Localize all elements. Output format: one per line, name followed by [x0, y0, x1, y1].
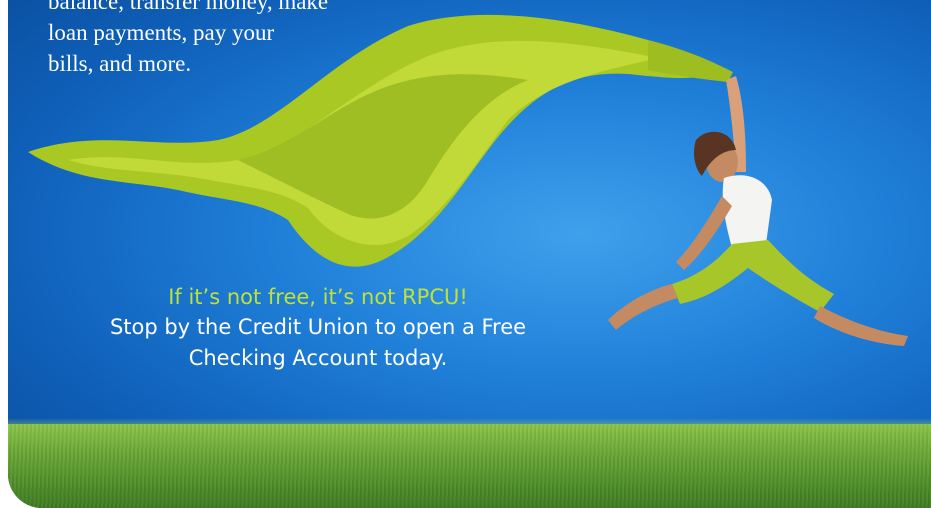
intro-line: balance, transfer money, make	[48, 0, 329, 14]
intro-copy: balance, transfer money, make loan payme…	[48, 0, 428, 79]
ad-banner: balance, transfer money, make loan payme…	[0, 0, 931, 508]
grass-field	[8, 424, 931, 508]
photo-panel: balance, transfer money, make loan payme…	[8, 0, 931, 508]
call-to-action: If it’s not free, it’s not RPCU! Stop by…	[58, 282, 578, 374]
cta-line: Stop by the Credit Union to open a Free	[109, 315, 527, 339]
jumping-woman	[608, 76, 908, 346]
cta-line: Checking Account today.	[188, 346, 448, 370]
slogan: If it’s not free, it’s not RPCU!	[168, 285, 468, 309]
intro-line: bills, and more.	[48, 51, 192, 76]
intro-line: loan payments, pay your	[48, 20, 275, 45]
